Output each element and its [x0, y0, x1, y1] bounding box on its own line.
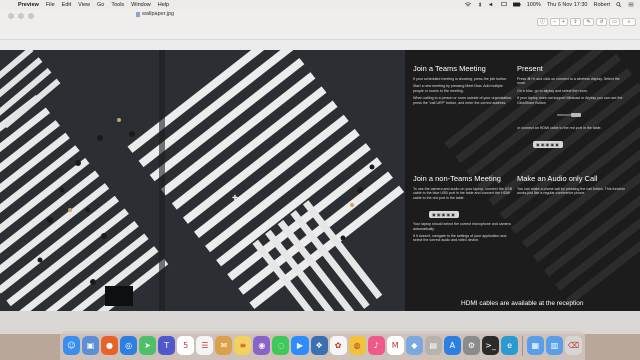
dock-terminal-icon[interactable]: >_ [481, 336, 499, 355]
dock: ☺ ▣ ● ◎ ➤ T 5 ☰ ✉ ≡ ◉ ◌ ▶ ❖ ✿ ◍ ♪ M ◆ ▤ A ⚙ >_ e ▦ ▥ ⌫ [60, 331, 585, 360]
teams-para-2: Start a new meeting by pressing Meet Now… [413, 84, 503, 93]
menu-file[interactable]: File [46, 2, 55, 8]
dock-contacts-icon[interactable]: ▤ [424, 336, 442, 355]
menu-view[interactable]: View [78, 2, 90, 8]
dock-vmware-icon[interactable]: ❖ [310, 336, 328, 355]
audio-call-para-1: You can make a phone call by pressing th… [517, 187, 626, 196]
notification-center-icon[interactable] [628, 2, 634, 7]
menu-bar: Preview File Edit View Go Tools Window H… [0, 0, 640, 9]
dock-notes-icon[interactable]: ≡ [234, 336, 252, 355]
dock-downloads-icon[interactable]: ▦ [526, 336, 544, 355]
dock-documents-icon[interactable]: ▥ [545, 336, 564, 355]
usb-hdmi-port-icon: ▣▣▣▣▣ [429, 211, 459, 219]
window-controls [8, 13, 34, 19]
teams-para-1: If your scheduled meeting is showing, pr… [413, 77, 508, 81]
dock-reminders-icon[interactable]: ☰ [196, 336, 214, 355]
volume-icon[interactable] [489, 2, 495, 7]
audio-call-section: Make an Audio only Call You can make a p… [517, 174, 629, 199]
dock-firefox-icon[interactable]: ● [101, 336, 119, 355]
dock-photos-icon[interactable]: ✿ [329, 336, 347, 355]
dock-itunes-icon[interactable]: ♪ [367, 336, 385, 355]
teams-section: Join a Teams Meeting If your scheduled m… [413, 64, 513, 108]
teams-para-3: When calling to a person or room outside… [413, 96, 513, 105]
document-title-text: wallpaper.jpg [142, 11, 175, 17]
rotate-icon[interactable]: ↺ [596, 18, 607, 26]
user-name[interactable]: Robert [593, 2, 610, 8]
crosswalk-photo: ✚ [0, 50, 405, 318]
preview-window: wallpaper.jpg ⓘ − + ⇪ ✎ ↺ ▭ ⌕ ✚ Join a T… [0, 9, 640, 334]
dock-intune-icon[interactable]: ◉ [253, 336, 271, 355]
present-para-2: On a Mac, go to airplay and select the r… [517, 88, 588, 93]
non-teams-para-2: Your laptop should select the correct mi… [413, 222, 511, 231]
dock-photoshop-icon[interactable]: ◆ [405, 336, 423, 355]
wifi-icon[interactable] [464, 2, 471, 7]
highlight-icon[interactable]: ▭ [609, 18, 620, 26]
dock-preview-icon[interactable]: ▣ [81, 336, 100, 355]
dock-calendar-icon[interactable]: 5 [177, 336, 195, 355]
non-teams-para-1: To use the camera and audio on your lapt… [413, 187, 513, 200]
hdmi-port-icon: ▣▣▣▣▣ [533, 141, 563, 149]
non-teams-section: Join a non-Teams Meeting To use the came… [413, 174, 513, 246]
dock-app-store-icon[interactable]: A [443, 336, 461, 355]
dock-chrome-icon[interactable]: ◍ [348, 336, 366, 355]
hdmi-footer-note: HDMI cables are available at the recepti… [461, 300, 584, 307]
zoom-out-icon[interactable]: − [551, 19, 560, 25]
menu-go[interactable]: Go [97, 2, 104, 8]
zoom-button[interactable] [28, 13, 34, 19]
zoom-in-icon[interactable]: + [560, 19, 568, 25]
menu-window[interactable]: Window [131, 2, 151, 8]
menu-help[interactable]: Help [158, 2, 169, 8]
dock-maps-icon[interactable]: ➤ [139, 336, 157, 355]
search-icon[interactable]: ⌕ [622, 18, 636, 26]
present-title: Present [517, 64, 543, 73]
clickshare-button-icon [557, 113, 581, 118]
dock-zoom-icon[interactable]: ▶ [291, 336, 309, 355]
dock-teams-icon[interactable]: T [158, 336, 176, 355]
non-teams-para-3: If it doesn't, navigate to the settings … [413, 234, 507, 243]
window-titlebar[interactable]: wallpaper.jpg ⓘ − + ⇪ ✎ ↺ ▭ ⌕ [0, 9, 640, 40]
info-icon[interactable]: ⓘ [537, 18, 548, 26]
document-icon [136, 11, 140, 17]
dock-trash-icon[interactable]: ⌫ [565, 336, 583, 355]
audio-call-title: Make an Audio only Call [517, 174, 598, 183]
bluetooth-icon[interactable] [477, 2, 483, 7]
document-title[interactable]: wallpaper.jpg [136, 11, 174, 17]
dock-edge-icon[interactable]: e [501, 336, 519, 355]
poster-instructions-panel: Join a Teams Meeting If your scheduled m… [405, 50, 640, 318]
dock-separator [522, 335, 523, 356]
minimize-button[interactable] [18, 13, 24, 19]
present-hdmi-text: or connect an HDMI cable to the red port… [517, 126, 602, 131]
present-para-3: If your laptop does not support Miracast… [517, 96, 623, 105]
zoom-controls: − + [550, 18, 568, 26]
menu-tools[interactable]: Tools [111, 2, 124, 8]
battery-percent: 100% [526, 1, 541, 8]
dock-office-icon[interactable]: M [386, 336, 404, 355]
status-area: 100% Thu 6 Nov 17:30 Robert [464, 1, 640, 8]
spotlight-icon[interactable] [616, 2, 622, 7]
menu-app-name[interactable]: Preview [18, 2, 39, 8]
toolbar: ⓘ − + ⇪ ✎ ↺ ▭ ⌕ [537, 18, 636, 26]
present-section: Present Press ⌘+K and click on connect t… [517, 64, 627, 151]
crosshair-cursor-icon: ✚ [232, 195, 238, 202]
markup-icon[interactable]: ✎ [583, 18, 594, 26]
display-icon[interactable] [500, 2, 507, 7]
close-button[interactable] [8, 13, 14, 19]
present-para-1: Press ⌘+K and click on connect to a wire… [517, 77, 620, 86]
dock-mail-icon[interactable]: ✉ [215, 336, 233, 355]
dock-finder-icon[interactable]: ☺ [62, 336, 80, 355]
menu-edit[interactable]: Edit [62, 2, 71, 8]
dock-messages-icon[interactable]: ◌ [272, 336, 290, 355]
crosswalk-graphic [0, 50, 405, 318]
battery-icon[interactable] [512, 2, 521, 7]
image-viewport[interactable]: ✚ Join a Teams Meeting If your scheduled… [0, 40, 640, 319]
non-teams-title: Join a non-Teams Meeting [413, 174, 501, 183]
clock[interactable]: Thu 6 Nov 17:30 [547, 2, 588, 8]
share-icon[interactable]: ⇪ [570, 18, 581, 26]
teams-title: Join a Teams Meeting [413, 64, 486, 73]
dock-settings-icon[interactable]: ⚙ [462, 336, 480, 355]
dock-safari-icon[interactable]: ◎ [120, 336, 138, 355]
